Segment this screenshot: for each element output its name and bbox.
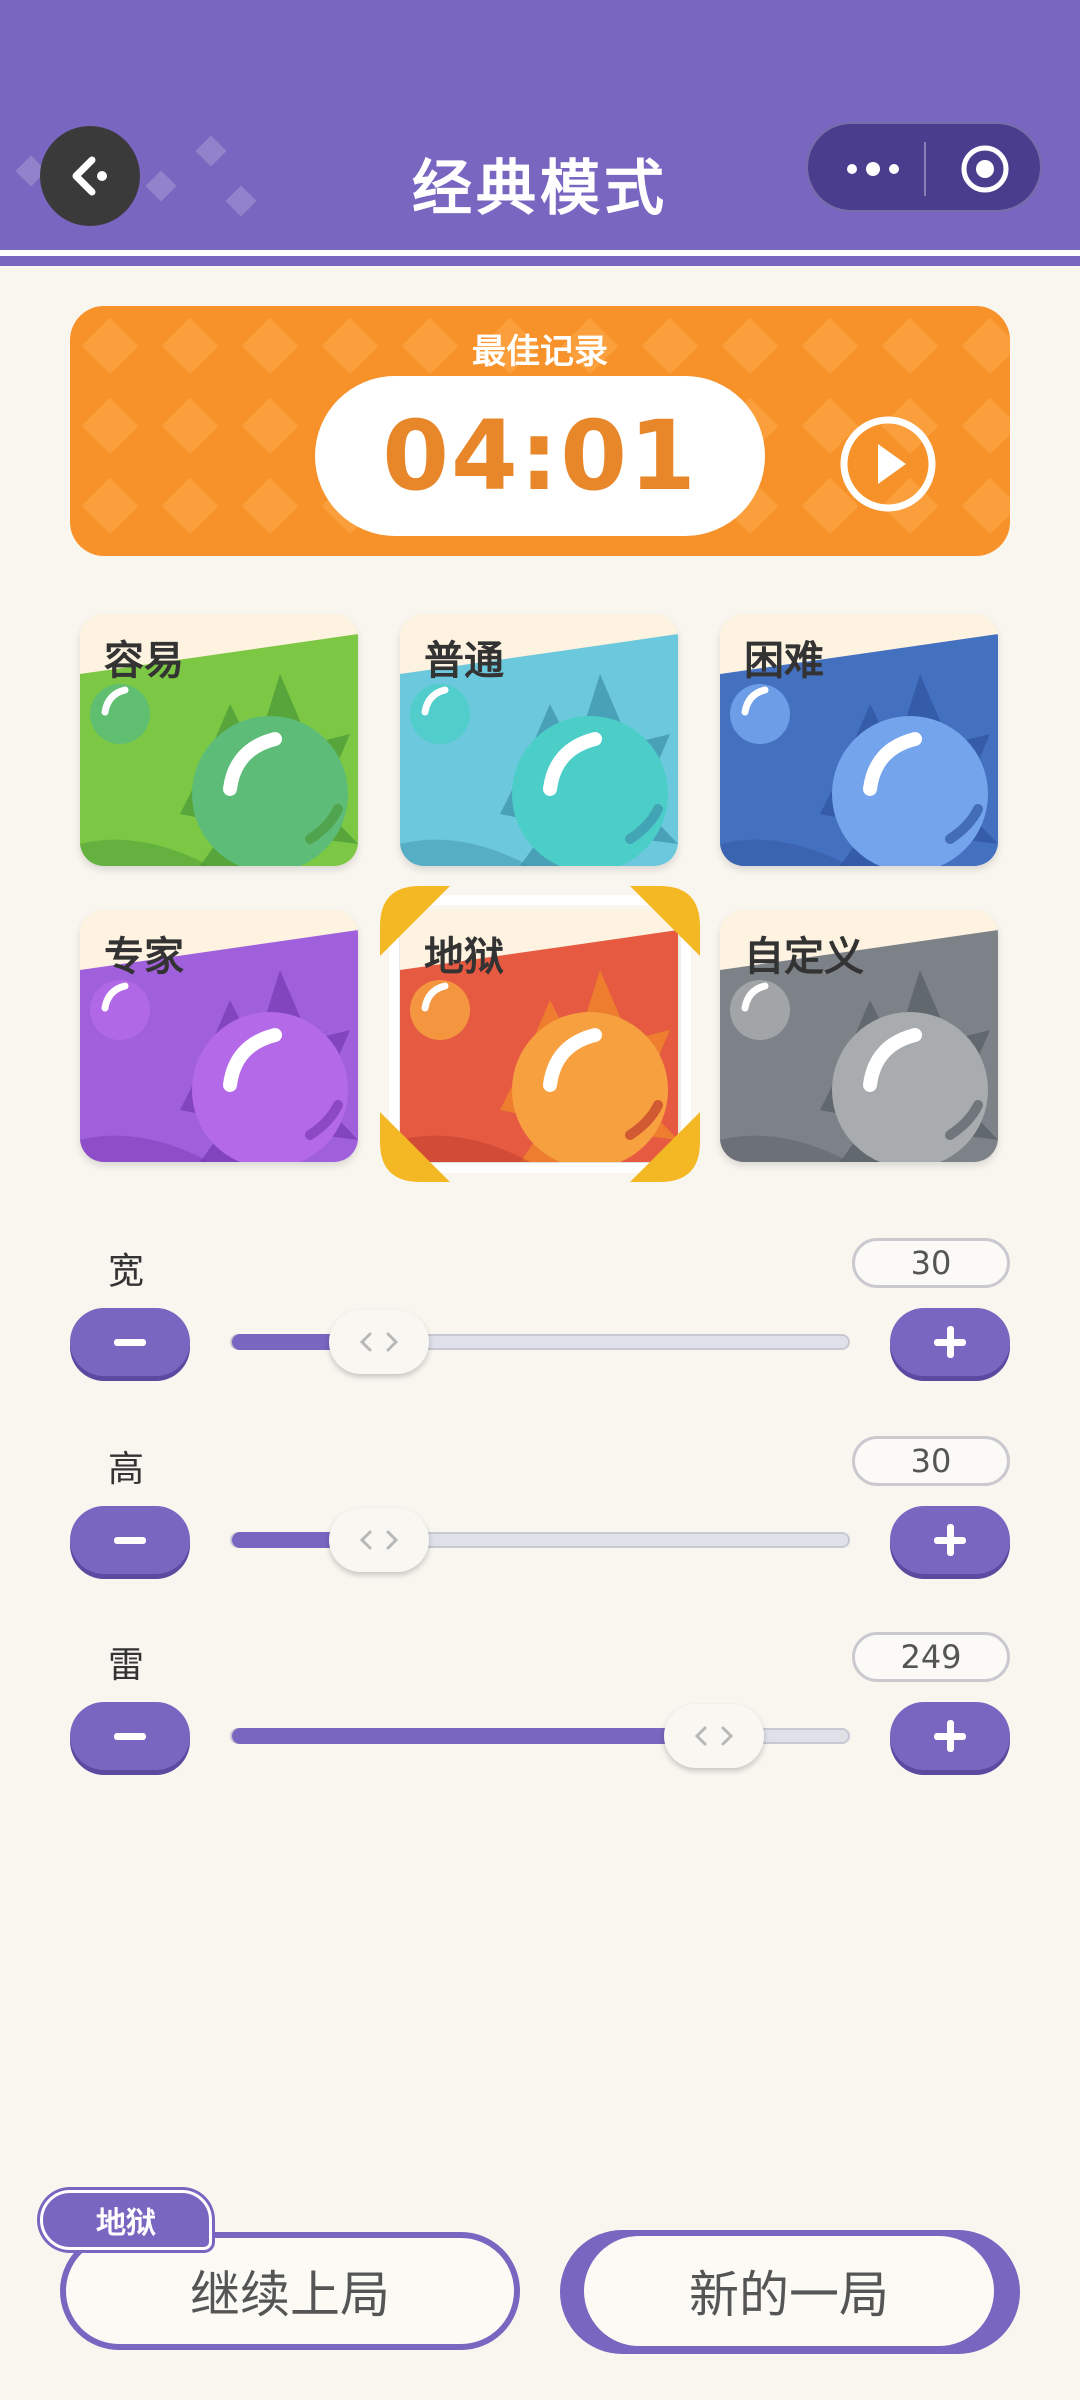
difficulty-tile-2[interactable]: 普通 [400,614,678,866]
slider-fill [232,1728,716,1744]
slider-value-box: 30 [852,1436,1010,1486]
difficulty-label: 普通 [424,638,504,684]
difficulty-label: 容易 [104,638,184,684]
slider-value-box: 30 [852,1238,1010,1288]
new-game-button[interactable]: 新的一局 [584,2236,994,2346]
mode-badge: 地狱 [40,2190,212,2250]
slider-label: 高 [108,1449,145,1490]
slider-label: 雷 [108,1645,145,1686]
difficulty-label: 困难 [744,638,824,684]
slider-value-box: 249 [852,1632,1010,1682]
header-divider-band [0,256,1080,266]
plus-icon [934,1720,966,1752]
slider-thumb[interactable] [329,1310,429,1374]
slider-track[interactable] [230,1532,850,1548]
more-dots-icon[interactable] [838,149,908,189]
increase-button[interactable] [890,1506,1010,1574]
difficulty-label: 自定义 [744,934,864,980]
increase-button[interactable] [890,1308,1010,1376]
difficulty-tile-6[interactable]: 自定义 [720,910,998,1162]
decrease-button[interactable] [70,1702,190,1770]
decrease-button[interactable] [70,1308,190,1376]
minus-icon [114,1339,146,1346]
plus-icon [934,1524,966,1556]
difficulty-tile-3[interactable]: 困难 [720,614,998,866]
slider-thumb[interactable] [329,1508,429,1572]
drag-arrows-icon [694,1726,734,1746]
selected-tile-frame [380,886,700,1182]
header-bar: 经典模式 [0,0,1080,250]
drag-arrows-icon [359,1332,399,1352]
plus-icon [934,1326,966,1358]
slider-label: 宽 [108,1251,145,1292]
best-record-label: 最佳记录 [472,332,608,372]
drag-arrows-icon [359,1530,399,1550]
play-icon[interactable] [838,414,938,514]
best-record-time: 04:01 [315,376,765,536]
difficulty-tile-4[interactable]: 专家 [80,910,358,1162]
slider-track[interactable] [230,1334,850,1350]
difficulty-label: 专家 [104,934,184,980]
minus-icon [114,1733,146,1740]
capsule-divider [924,142,926,196]
best-record-card: 最佳记录 04:01 [70,306,1010,556]
target-circle-icon[interactable] [960,144,1010,194]
minus-icon [114,1537,146,1544]
mini-program-capsule [806,122,1042,212]
difficulty-tile-1[interactable]: 容易 [80,614,358,866]
increase-button[interactable] [890,1702,1010,1770]
slider-thumb[interactable] [664,1704,764,1768]
decrease-button[interactable] [70,1506,190,1574]
